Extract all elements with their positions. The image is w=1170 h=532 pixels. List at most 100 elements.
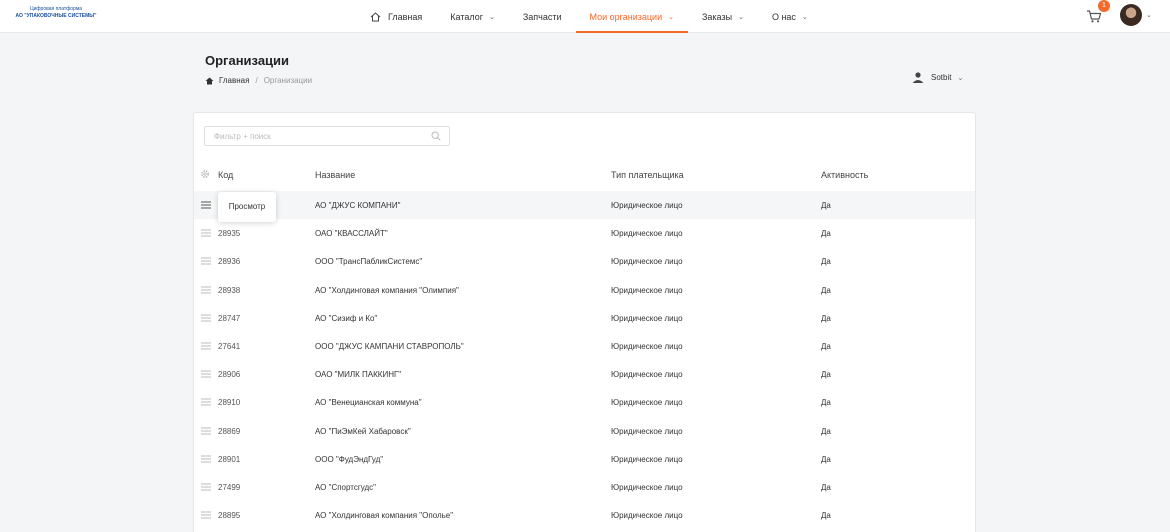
- row-menu-icon[interactable]: [201, 314, 211, 322]
- cell-payer-type: Юридическое лицо: [611, 370, 683, 380]
- nav-label-catalog: Каталог: [450, 11, 483, 22]
- breadcrumb-current: Организации: [263, 76, 313, 85]
- nav-item-catalog[interactable]: Каталог ⌄: [436, 0, 509, 33]
- cell-activity: Да: [821, 285, 831, 295]
- view-tooltip[interactable]: Просмотр: [218, 192, 276, 222]
- cell-payer-type: Юридическое лицо: [611, 229, 683, 239]
- cell-payer-type: Юридическое лицо: [611, 483, 683, 492]
- chevron-down-icon: ⌄: [957, 74, 964, 82]
- search-input[interactable]: [204, 126, 450, 146]
- table-row[interactable]: 27641 ООО "ДЖУС КАМПАНИ СТАВРОПОЛЬ" Юридич…: [194, 332, 975, 360]
- cell-activity: Да: [821, 229, 831, 239]
- cell-name: АО "ПиЭмКей Хабаровск": [315, 426, 411, 436]
- row-menu-icon[interactable]: [201, 398, 211, 406]
- cell-payer-type: Юридическое лицо: [611, 511, 683, 521]
- column-name[interactable]: Название: [315, 170, 355, 180]
- cell-name: ОАО "МИЛК ПАККИНГ": [315, 370, 402, 380]
- cell-activity: Да: [821, 398, 831, 408]
- row-menu-icon[interactable]: [201, 370, 211, 378]
- user-icon: [912, 72, 924, 83]
- cell-code: 28936: [218, 257, 241, 267]
- nav-label-home: Главная: [388, 11, 423, 22]
- logo-line1: Цифровая платформа: [29, 6, 83, 12]
- cell-activity: Да: [821, 511, 831, 521]
- column-payer-type[interactable]: Тип плательщика: [611, 170, 684, 180]
- column-code[interactable]: Код: [218, 170, 233, 180]
- breadcrumb-separator: /: [255, 76, 258, 85]
- cell-name: АО "ДЖУС КОМПАНИ": [315, 201, 401, 210]
- cell-activity: Да: [821, 370, 831, 380]
- chevron-down-icon[interactable]: ⌄: [1146, 11, 1152, 19]
- column-activity[interactable]: Активность: [821, 170, 868, 180]
- cell-payer-type: Юридическое лицо: [611, 398, 683, 408]
- chevron-down-icon: ⌄: [668, 13, 674, 21]
- cell-code: 28747: [218, 313, 241, 323]
- cell-name: ОАО "КВАССЛАЙТ": [315, 229, 388, 239]
- row-menu-icon[interactable]: [201, 455, 211, 463]
- search-icon[interactable]: [431, 131, 441, 141]
- main-nav: Главная Каталог ⌄ Запчасти Мои организац…: [356, 0, 822, 33]
- table-row[interactable]: 28747 АО "Сизиф и Ко" Юридическое лицо Да: [194, 304, 975, 332]
- logo-line2: АО "УПАКОВОЧНЫЕ СИСТЕМЫ": [15, 13, 97, 19]
- cell-payer-type: Юридическое лицо: [611, 426, 683, 436]
- cell-code: 28869: [218, 426, 241, 436]
- cell-code: 28895: [218, 511, 241, 521]
- table-row[interactable]: 28938 АО "Холдинговая компания "Олимпия" Ю…: [194, 276, 975, 304]
- cell-name: АО "Спортсгудс": [315, 483, 377, 492]
- nav-item-orders[interactable]: Заказы ⌄: [688, 0, 758, 33]
- user-selector-label: Sotbit: [931, 73, 952, 82]
- cart-icon[interactable]: [1086, 9, 1102, 23]
- row-menu-icon[interactable]: [201, 229, 211, 237]
- cell-name: АО "Венецианская коммуна": [315, 398, 422, 408]
- nav-item-about[interactable]: О нас ⌄: [758, 0, 822, 33]
- cart-count-badge: 1: [1098, 0, 1110, 12]
- nav-item-parts[interactable]: Запчасти: [509, 0, 576, 33]
- nav-item-home[interactable]: Главная: [356, 0, 436, 33]
- row-menu-icon[interactable]: [201, 427, 211, 435]
- row-menu-icon[interactable]: [201, 342, 211, 350]
- cell-code: 28935: [218, 229, 241, 239]
- breadcrumb-home[interactable]: Главная: [219, 76, 249, 85]
- avatar[interactable]: [1120, 4, 1142, 26]
- chevron-down-icon: ⌄: [488, 13, 495, 21]
- organizations-card: Код Название Тип плательщика Активность …: [193, 112, 976, 532]
- table-row[interactable]: 28895 АО "Холдинговая компания "Ополье" Юр…: [194, 501, 975, 529]
- table-row[interactable]: 28901 ООО "ФудЭндГуд" Юридическое лицо Да: [194, 445, 975, 473]
- table-row[interactable]: 28935 ОАО "КВАССЛАЙТ" Юридическое лицо Да: [194, 219, 975, 247]
- table-row[interactable]: 27499 АО "Спортсгудс" Юридическое лицо Да: [194, 473, 975, 501]
- logo[interactable]: Цифровая платформа АО "УПАКОВОЧНЫЕ СИСТЕ…: [6, 6, 106, 20]
- cell-code: 28906: [218, 370, 241, 380]
- cell-activity: Да: [821, 483, 831, 492]
- cell-payer-type: Юридическое лицо: [611, 201, 683, 210]
- cell-code: 28901: [218, 454, 241, 464]
- cell-payer-type: Юридическое лицо: [611, 342, 683, 351]
- table-row[interactable]: АО "ДЖУС КОМПАНИ" Юридическое лицо Да: [194, 191, 975, 219]
- cell-activity: Да: [821, 313, 831, 323]
- table-row[interactable]: 28936 ООО "ТрансПабликСистемс" Юридическое…: [194, 247, 975, 275]
- row-menu-icon[interactable]: [201, 483, 211, 491]
- cell-activity: Да: [821, 257, 831, 267]
- cell-name: АО "Холдинговая компания "Ополье": [315, 511, 454, 521]
- cell-payer-type: Юридическое лицо: [611, 257, 683, 267]
- cell-name: АО "Сизиф и Ко": [315, 313, 378, 323]
- cell-name: АО "Холдинговая компания "Олимпия": [315, 285, 459, 295]
- home-icon: [205, 77, 214, 84]
- user-selector[interactable]: Sotbit ⌄: [912, 72, 963, 83]
- row-menu-icon[interactable]: [201, 201, 211, 209]
- breadcrumb: Главная / Организации: [205, 76, 312, 85]
- cell-activity: Да: [821, 342, 831, 351]
- cell-payer-type: Юридическое лицо: [611, 454, 683, 464]
- table-row[interactable]: 28906 ОАО "МИЛК ПАККИНГ" Юридическое лицо Д…: [194, 360, 975, 388]
- table-header: Код Название Тип плательщика Активность: [194, 163, 975, 187]
- cell-name: ООО "ДЖУС КАМПАНИ СТАВРОПОЛЬ": [315, 342, 464, 351]
- row-menu-icon[interactable]: [201, 511, 211, 519]
- row-menu-icon[interactable]: [201, 257, 211, 265]
- row-menu-icon[interactable]: [201, 286, 211, 294]
- table-row[interactable]: 28869 АО "ПиЭмКей Хабаровск" Юридическое л…: [194, 417, 975, 445]
- cell-name: ООО "ТрансПабликСистемс": [315, 257, 423, 267]
- home-icon: [370, 11, 381, 21]
- nav-label-my-organizations: Мои организации: [589, 11, 663, 22]
- table-row[interactable]: 28910 АО "Венецианская коммуна" Юридическо…: [194, 388, 975, 416]
- nav-item-my-organizations[interactable]: Мои организации ⌄: [575, 0, 689, 33]
- cell-payer-type: Юридическое лицо: [611, 313, 683, 323]
